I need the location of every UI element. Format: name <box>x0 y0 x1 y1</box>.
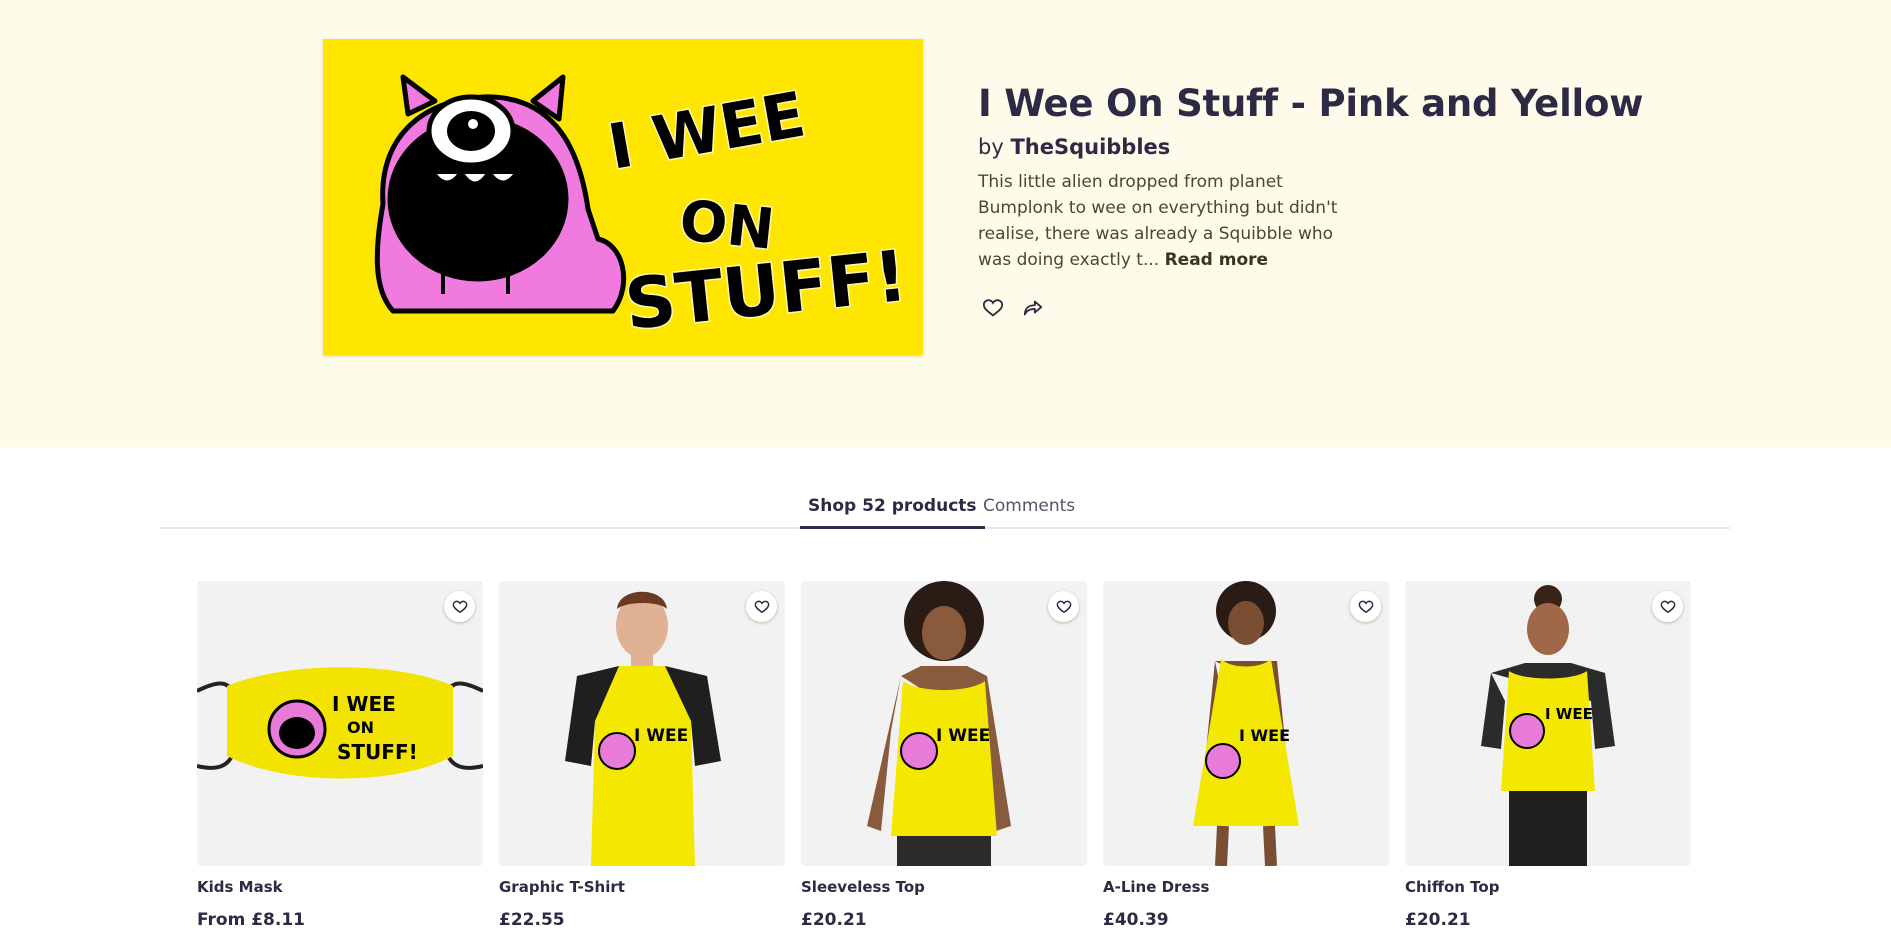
favorite-button[interactable] <box>1652 591 1683 622</box>
product-image[interactable]: I WEE <box>499 581 785 866</box>
tab-shop-products[interactable]: Shop 52 products <box>800 495 985 529</box>
mask-art-text-3: STUFF! <box>337 740 418 764</box>
read-more-link[interactable]: Read more <box>1165 250 1269 270</box>
share-button[interactable] <box>1018 293 1048 323</box>
monster-artwork-illustration: I WEE ON STUFF! <box>323 39 923 355</box>
favorite-button[interactable] <box>746 591 777 622</box>
tab-comments[interactable]: Comments <box>975 495 1083 529</box>
chiffon-product-illustration: I WEE <box>1481 585 1615 866</box>
byline-prefix: by <box>978 135 1004 159</box>
product-image[interactable]: I WEE <box>1103 581 1389 866</box>
product-card[interactable]: I WEE Sleeveless Top £20.21 <box>801 581 1087 930</box>
product-price: From £8.11 <box>197 910 305 930</box>
product-name[interactable]: Graphic T-Shirt <box>499 878 785 896</box>
share-icon <box>1023 300 1043 316</box>
product-name[interactable]: Sleeveless Top <box>801 878 1087 896</box>
artwork-hero: I WEE ON STUFF! I Wee On Stuff - Pink an… <box>0 0 1891 447</box>
favorite-button[interactable] <box>444 591 475 622</box>
artist-byline: by TheSquibbles <box>978 135 1738 159</box>
product-card[interactable]: I WEE A-Line Dress £40.39 <box>1103 581 1389 930</box>
description-text: This little alien dropped from planet Bu… <box>978 172 1338 270</box>
mask-art-text-2: ON <box>347 718 374 737</box>
product-price: £40.39 <box>1103 910 1169 930</box>
sleeveless-product-illustration: I WEE <box>867 581 1011 866</box>
favorite-button[interactable] <box>1350 591 1381 622</box>
mask-art-text-1: I WEE <box>332 692 396 716</box>
artwork-image[interactable]: I WEE ON STUFF! <box>323 39 923 355</box>
heart-icon <box>982 299 1004 317</box>
artwork-title: I Wee On Stuff - Pink and Yellow <box>978 82 1644 125</box>
tshirt-product-illustration: I WEE <box>565 591 721 866</box>
favorite-button[interactable] <box>978 293 1008 323</box>
heart-icon <box>754 600 769 613</box>
product-price: £22.55 <box>499 910 565 930</box>
product-card[interactable]: I WEE ON STUFF! Kids Mask From £8.11 <box>197 581 483 930</box>
artist-link[interactable]: TheSquibbles <box>1010 135 1170 159</box>
tshirt-art-text: I WEE <box>634 726 688 746</box>
product-image[interactable]: I WEE <box>801 581 1087 866</box>
artwork-info: I Wee On Stuff - Pink and Yellow by TheS… <box>978 82 1738 323</box>
product-price: £20.21 <box>1405 910 1471 930</box>
dress-product-illustration: I WEE <box>1193 581 1299 866</box>
heart-icon <box>1358 600 1373 613</box>
sleeveless-art-text: I WEE <box>936 726 990 746</box>
heart-icon <box>452 600 467 613</box>
product-price: £20.21 <box>801 910 867 930</box>
dress-art-text: I WEE <box>1239 726 1290 745</box>
product-image[interactable]: I WEE <box>1405 581 1691 866</box>
product-name[interactable]: A-Line Dress <box>1103 878 1389 896</box>
heart-icon <box>1056 600 1071 613</box>
product-image[interactable]: I WEE ON STUFF! <box>197 581 483 866</box>
product-card[interactable]: I WEE Chiffon Top £20.21 <box>1405 581 1691 930</box>
product-name[interactable]: Chiffon Top <box>1405 878 1691 896</box>
heart-icon <box>1660 600 1675 613</box>
product-name[interactable]: Kids Mask <box>197 878 483 896</box>
mask-product-illustration: I WEE ON STUFF! <box>197 667 483 779</box>
artwork-actions <box>978 293 1738 323</box>
product-card[interactable]: I WEE Graphic T-Shirt £22.55 <box>499 581 785 930</box>
favorite-button[interactable] <box>1048 591 1079 622</box>
chiffon-art-text: I WEE <box>1545 705 1593 723</box>
content-tabs: Shop 52 products Comments <box>160 489 1730 529</box>
artwork-description: This little alien dropped from planet Bu… <box>978 169 1358 273</box>
